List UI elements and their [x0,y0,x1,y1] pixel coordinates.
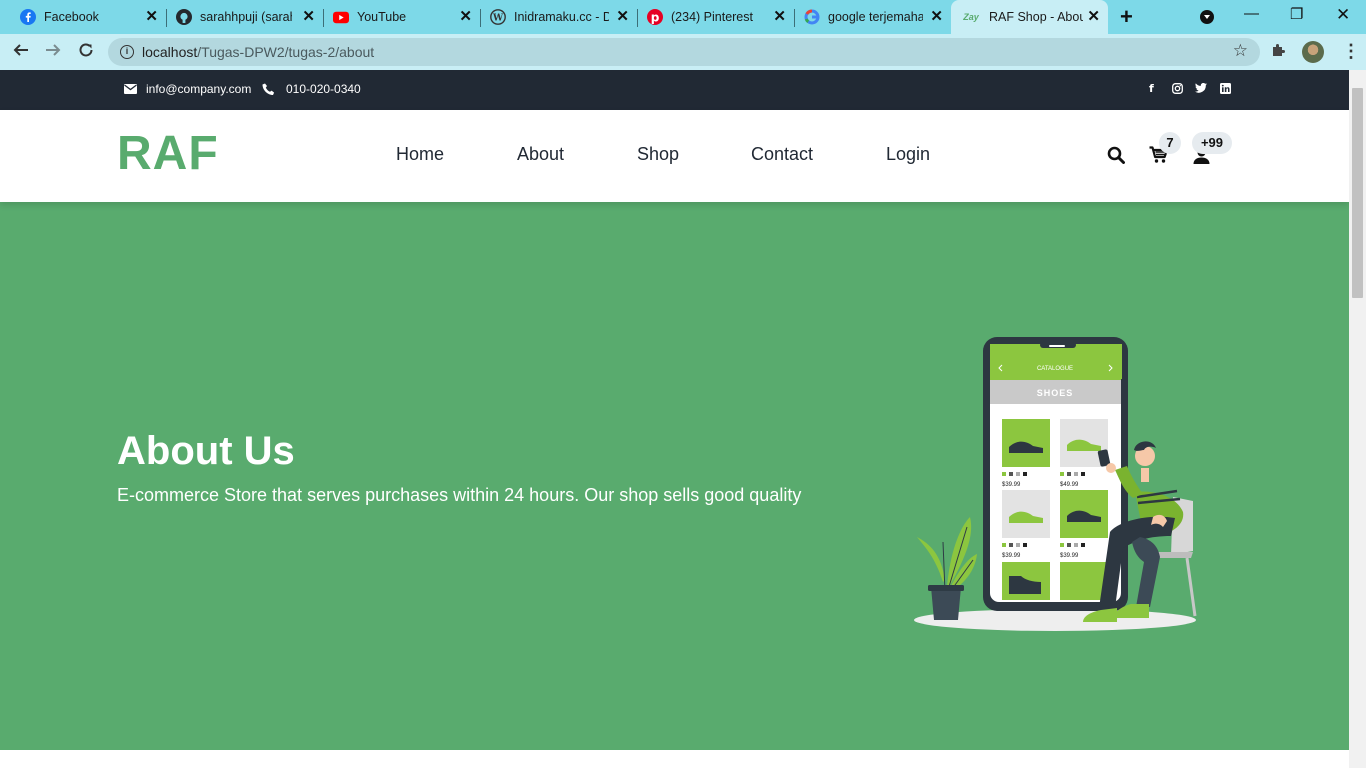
tab-pinterest[interactable]: p (234) Pinterest ✕ [637,0,795,34]
email-contact[interactable]: info@company.com [124,82,251,96]
linkedin-social-icon[interactable] [1220,83,1231,97]
url-text[interactable]: localhost/Tugas-DPW2/tugas-2/about [142,44,374,60]
tab-search-icon[interactable] [1200,10,1214,24]
phone-contact[interactable]: 010-020-0340 [262,82,361,96]
close-tab-icon[interactable]: ✕ [302,9,315,25]
email-text: info@company.com [146,82,252,96]
price-label: $49.99 [1060,482,1079,488]
tab-title: YouTube [357,10,407,24]
profile-avatar[interactable] [1302,41,1324,63]
phone-icon [262,83,275,96]
catalogue-screen-label: CATALOGUE [1037,366,1073,372]
github-icon [176,9,192,25]
forward-icon[interactable] [44,41,62,64]
tab-title: google terjemaha [828,10,923,24]
restore-icon[interactable]: ❐ [1290,5,1303,23]
url-bar[interactable]: i localhost/Tugas-DPW2/tugas-2/about ☆ [108,38,1260,66]
new-tab-button[interactable]: + [1120,5,1133,29]
nav-link-home[interactable]: Home [396,144,444,165]
phone-text: 010-020-0340 [286,82,361,96]
wordpress-icon: W [490,9,506,25]
cart-count-badge: 7 [1159,132,1181,154]
search-icon[interactable] [1107,146,1125,169]
price-label: $39.99 [1002,482,1021,488]
close-tab-icon[interactable]: ✕ [773,9,786,25]
tab-youtube[interactable]: YouTube ✕ [323,0,481,34]
close-tab-icon[interactable]: ✕ [930,9,943,25]
user-count-badge: +99 [1192,132,1232,154]
tab-title: sarahhpuji (sarahl [200,10,292,24]
price-label: $39.99 [1060,553,1079,559]
page-content-below-hero [0,750,1349,768]
site-info-icon[interactable]: i [120,45,134,59]
hero-subtitle: E-commerce Store that serves purchases w… [117,485,802,505]
reload-icon[interactable] [77,41,95,64]
address-toolbar: i localhost/Tugas-DPW2/tugas-2/about ☆ ⋮ [0,34,1366,70]
nav-link-login[interactable]: Login [886,144,930,165]
zay-icon: Zay [963,12,979,22]
minimize-icon[interactable]: — [1244,5,1259,22]
nav-link-contact[interactable]: Contact [751,144,813,165]
close-tab-icon[interactable]: ✕ [616,9,629,25]
youtube-icon [333,9,349,25]
twitter-social-icon[interactable] [1195,82,1207,96]
page-scrollbar[interactable] [1349,70,1366,768]
browser-menu-icon[interactable]: ⋮ [1342,40,1360,62]
close-tab-icon[interactable]: ✕ [459,9,472,25]
nav-link-shop[interactable]: Shop [637,144,679,165]
back-icon[interactable] [12,41,30,64]
svg-text:p: p [651,11,660,25]
top-info-bar: info@company.com 010-020-0340 f [0,70,1349,110]
shoes-screen-label: SHOES [1037,388,1074,398]
web-page: info@company.com 010-020-0340 f RAF Home… [0,70,1349,768]
envelope-icon [124,84,137,94]
pinterest-icon: p [647,9,663,25]
shopping-app-illustration: CATALOGUE SHOES $39.99 $49.99 $39.99 $39… [914,337,1197,631]
hero-title: About Us [117,429,295,473]
tab-raf-shop[interactable]: Zay RAF Shop - Abou ✕ [951,0,1108,34]
price-label: $39.99 [1002,553,1021,559]
window-close-icon[interactable]: ✕ [1336,5,1350,25]
close-tab-icon[interactable]: ✕ [145,9,158,25]
tab-wordpress[interactable]: W Inidramaku.cc - D ✕ [480,0,638,34]
url-path: /Tugas-DPW2/tugas-2/about [197,44,375,60]
tab-facebook[interactable]: Facebook ✕ [8,0,167,34]
browser-tab-strip: Facebook ✕ sarahhpuji (sarahl ✕ YouTube … [0,0,1366,34]
tab-google-translate[interactable]: google terjemaha ✕ [794,0,951,34]
tab-title: (234) Pinterest [671,10,753,24]
brand-logo[interactable]: RAF [117,126,219,181]
url-host: localhost [142,44,198,60]
tab-title: RAF Shop - Abou [989,10,1083,24]
google-icon [804,9,820,25]
extensions-puzzle-icon[interactable] [1271,42,1287,63]
about-hero-section: About Us E-commerce Store that serves pu… [0,202,1349,750]
svg-text:W: W [492,14,504,24]
tab-github[interactable]: sarahhpuji (sarahl ✕ [166,0,324,34]
facebook-icon [20,9,36,25]
scrollbar-thumb[interactable] [1352,88,1363,298]
tab-title: Inidramaku.cc - D [514,10,609,24]
tab-title: Facebook [44,10,99,24]
close-tab-icon[interactable]: ✕ [1087,9,1100,25]
instagram-social-icon[interactable] [1172,83,1183,97]
nav-link-about[interactable]: About [517,144,564,165]
main-navbar: RAF Home About Shop Contact Login 7 +99 [0,110,1349,202]
facebook-social-icon[interactable]: f [1149,82,1154,95]
bookmark-star-icon[interactable]: ☆ [1233,41,1248,61]
